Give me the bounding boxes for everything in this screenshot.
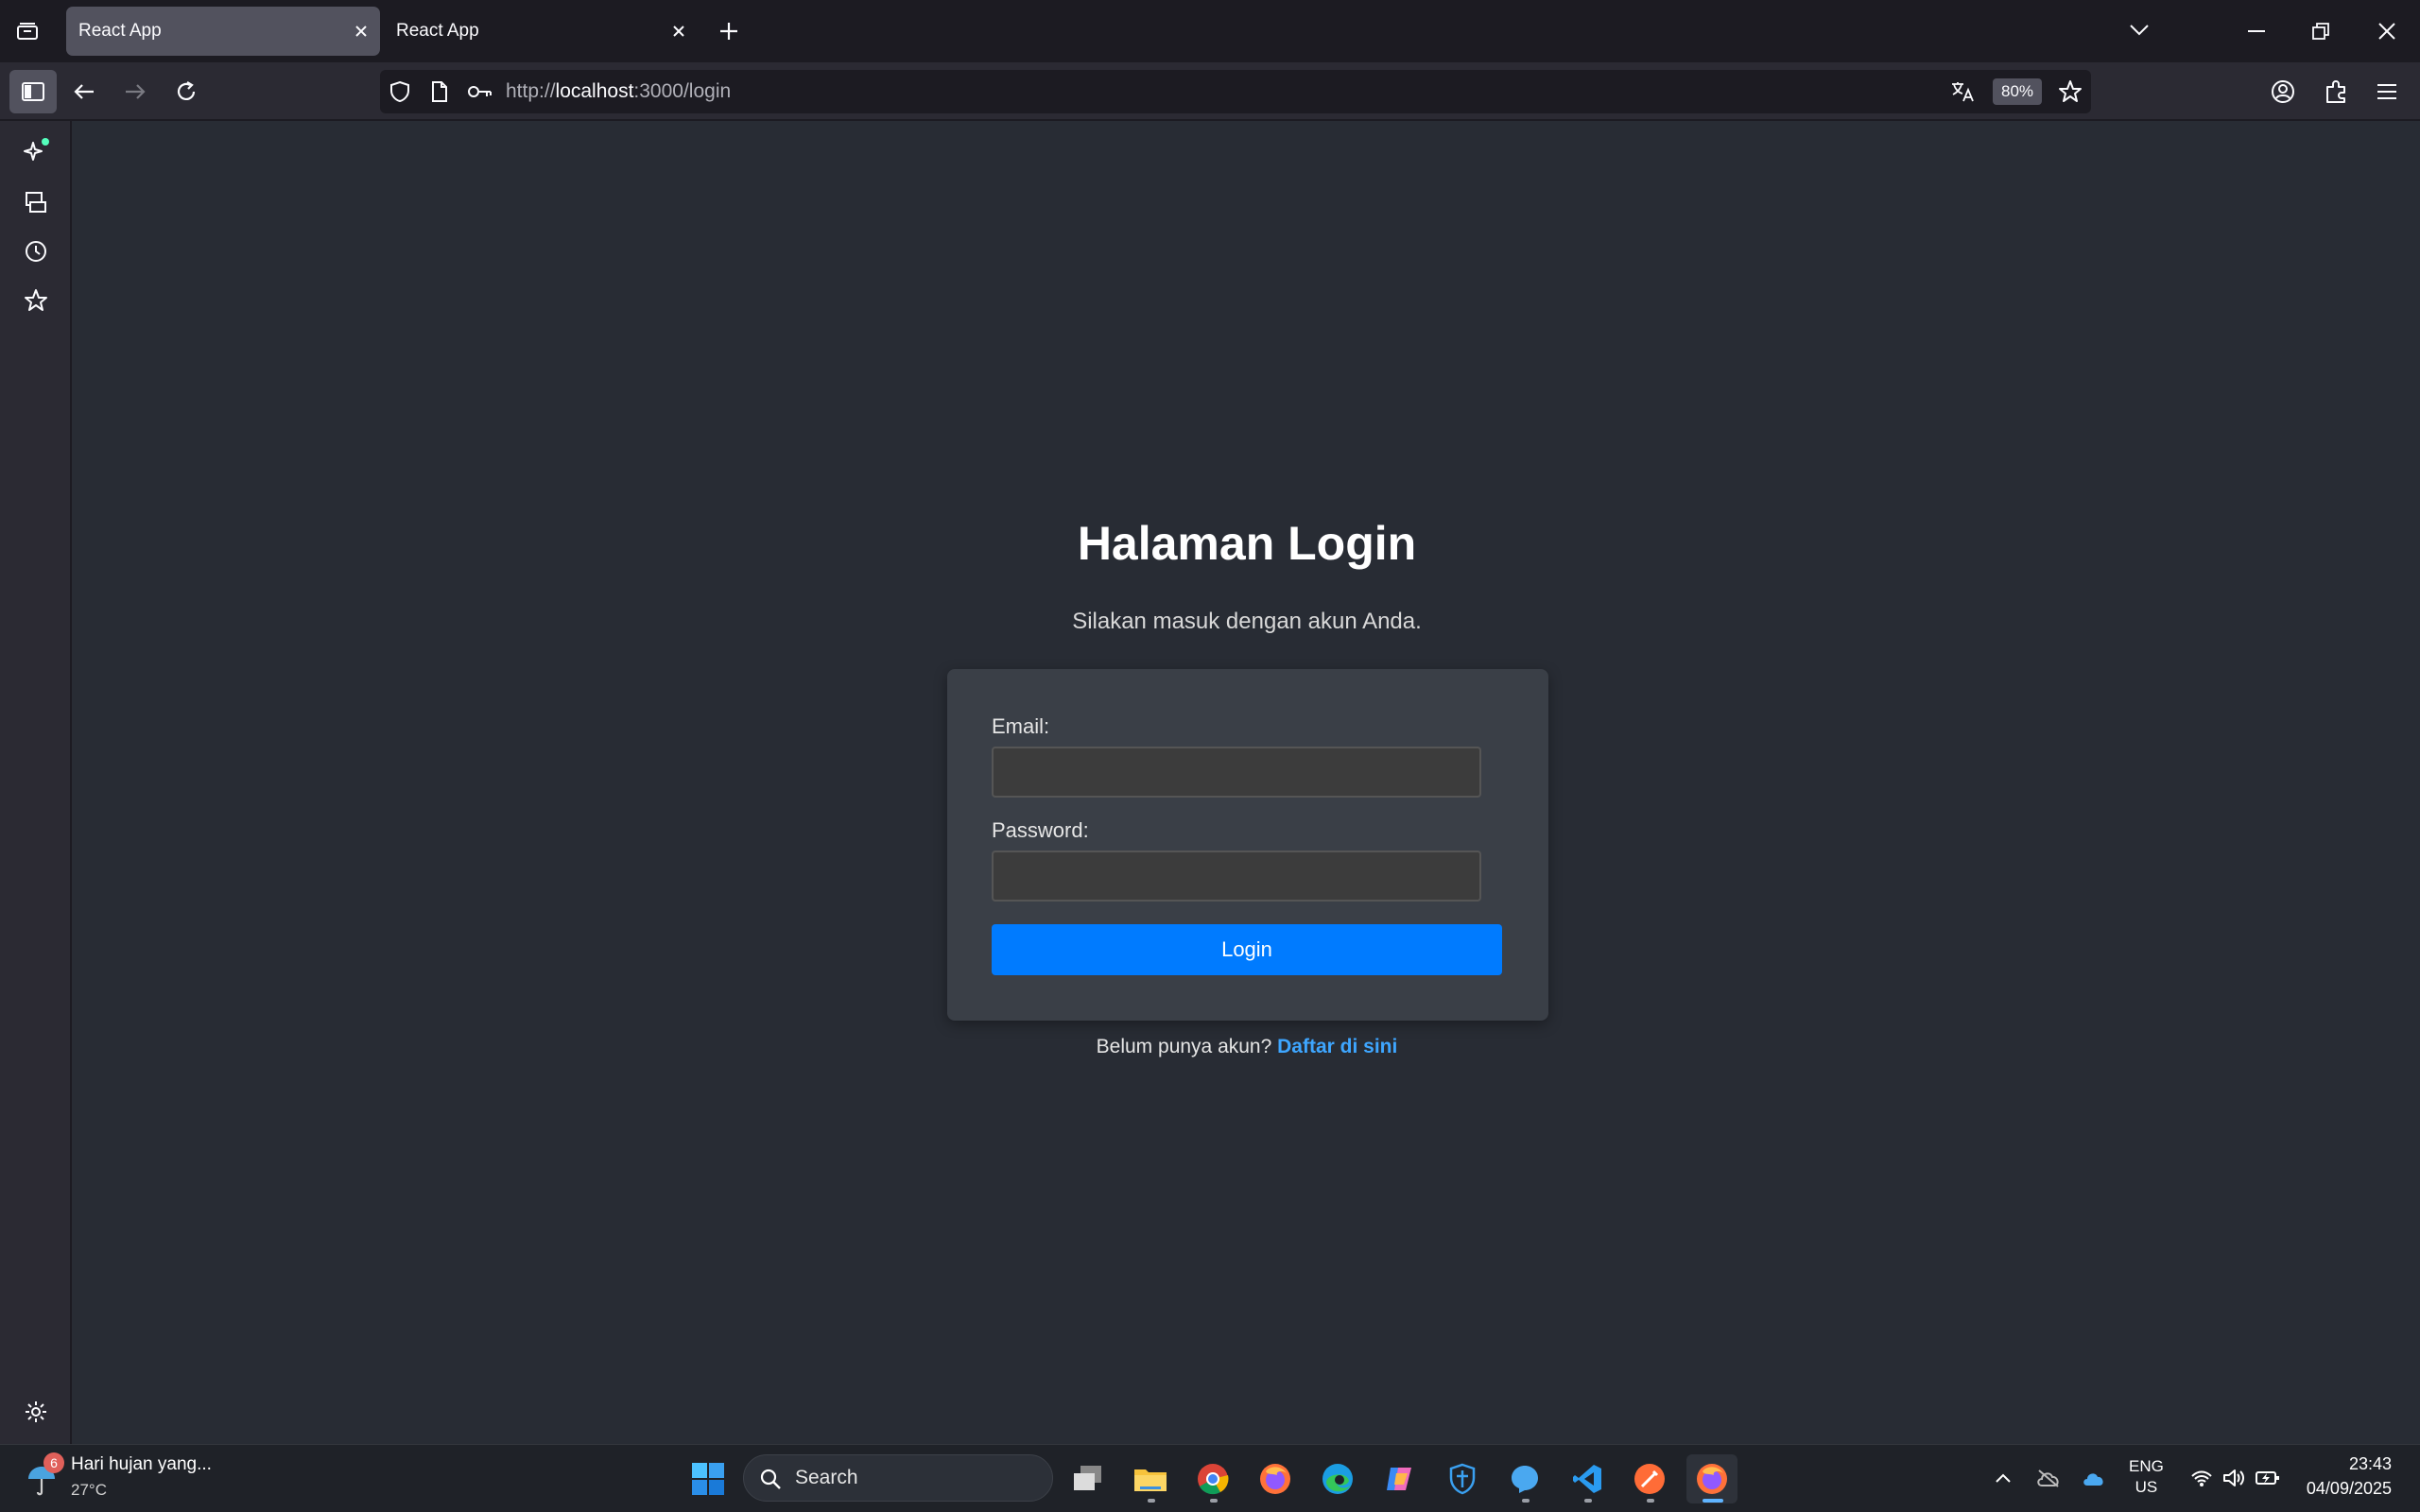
start-button[interactable] [683, 1454, 734, 1503]
url-text[interactable]: http://localhost:3000/login [506, 70, 731, 113]
page-title: Halaman Login [1077, 517, 1417, 570]
close-tab-icon[interactable] [352, 22, 371, 41]
lang-region: US [2135, 1478, 2158, 1496]
menu-icon[interactable] [2373, 77, 2401, 106]
file-explorer-icon[interactable] [1125, 1454, 1176, 1503]
minimize-icon[interactable] [2242, 19, 2271, 43]
new-tab-icon[interactable] [715, 19, 743, 43]
extensions-icon[interactable] [2322, 77, 2350, 106]
close-tab-icon[interactable] [669, 22, 688, 41]
show-hidden-icons-chevron-icon[interactable] [1991, 1466, 2015, 1490]
clock-date[interactable]: 04/09/2025 [2297, 1479, 2392, 1499]
chrome-icon[interactable] [1187, 1454, 1238, 1503]
vscode-icon[interactable] [1562, 1454, 1613, 1503]
wifi-icon[interactable] [2189, 1466, 2214, 1490]
browser-navbar: http://localhost:3000/login 80% [0, 62, 2420, 121]
email-label: Email: [992, 714, 1050, 738]
close-window-icon[interactable] [2373, 19, 2401, 43]
translate-icon[interactable] [1949, 79, 1976, 104]
bookmarks-icon[interactable] [21, 285, 51, 316]
postman-icon[interactable] [1624, 1454, 1675, 1503]
shield-icon[interactable] [388, 79, 412, 104]
back-icon[interactable] [70, 77, 98, 106]
cloud-offline-icon[interactable] [2034, 1466, 2063, 1490]
account-icon[interactable] [2269, 77, 2297, 106]
tab-overflow-chevron-icon[interactable] [2125, 17, 2153, 43]
url-host: localhost [555, 80, 634, 102]
input-language-indicator[interactable]: ENG US [2129, 1456, 2164, 1498]
history-icon[interactable] [21, 236, 51, 266]
running-indicator [1703, 1499, 1723, 1503]
lang-code: ENG [2129, 1457, 2164, 1475]
url-scheme: http:// [506, 80, 556, 102]
page-viewport: Halaman Login Silakan masuk dengan akun … [74, 121, 2420, 1444]
reload-icon[interactable] [172, 77, 200, 106]
sidebar-toggle-icon[interactable] [9, 70, 57, 113]
edge-icon[interactable] [1312, 1454, 1363, 1503]
battery-charging-icon[interactable] [2254, 1466, 2282, 1490]
page-info-icon[interactable] [427, 79, 452, 104]
weather-temperature: 27°C [71, 1481, 107, 1499]
register-prompt: Belum punya akun? Daftar di sini [74, 1036, 2420, 1058]
tab-react-app-1[interactable]: React App [66, 7, 380, 56]
taskbar-search[interactable]: Search [743, 1454, 1053, 1502]
register-link[interactable]: Daftar di sini [1277, 1036, 1397, 1057]
email-field[interactable] [992, 747, 1481, 798]
register-prompt-text: Belum punya akun? [1096, 1036, 1272, 1057]
volume-icon[interactable] [2221, 1466, 2246, 1490]
zoom-level-badge[interactable]: 80% [1993, 78, 2043, 105]
password-field[interactable] [992, 850, 1481, 902]
password-label: Password: [992, 818, 1089, 842]
login-button[interactable]: Login [992, 924, 1502, 975]
login-form: Email: Password: Login [947, 669, 1548, 1021]
bookmark-star-icon[interactable] [2057, 78, 2083, 105]
weather-description[interactable]: Hari hujan yang... [71, 1454, 212, 1475]
firefox-icon[interactable] [1250, 1454, 1301, 1503]
onedrive-cloud-icon[interactable] [2080, 1466, 2108, 1490]
tab-title: React App [396, 21, 479, 41]
restore-icon[interactable] [2307, 19, 2335, 43]
security-app-icon[interactable] [1437, 1454, 1488, 1503]
browser-sidebar [0, 121, 72, 1444]
tab-list-icon[interactable] [13, 19, 42, 43]
running-indicator [1210, 1499, 1218, 1503]
tab-title: React App [78, 21, 162, 41]
notification-badge: 6 [43, 1452, 64, 1473]
running-indicator [1522, 1499, 1530, 1503]
clock-time[interactable]: 23:43 [2307, 1454, 2392, 1474]
running-indicator [1584, 1499, 1592, 1503]
search-icon [760, 1469, 781, 1489]
search-label: Search [795, 1467, 858, 1488]
ai-chatbot-icon[interactable] [21, 136, 51, 166]
firefox-active-icon[interactable] [1686, 1454, 1737, 1503]
copilot-icon[interactable] [1374, 1454, 1426, 1503]
key-icon[interactable] [467, 79, 493, 104]
url-bar[interactable]: http://localhost:3000/login 80% [380, 70, 2091, 113]
customize-sidebar-gear-icon[interactable] [21, 1397, 51, 1427]
running-indicator [1647, 1499, 1654, 1503]
forward-icon [121, 77, 149, 106]
tab-react-app-2[interactable]: React App [384, 7, 698, 56]
messenger-app-icon[interactable] [1499, 1454, 1550, 1503]
task-view-icon[interactable] [1063, 1454, 1114, 1503]
running-indicator [1148, 1499, 1155, 1503]
browser-tabbar: React App React App [0, 0, 2420, 62]
windows-logo-icon [692, 1463, 724, 1495]
synced-tabs-icon[interactable] [21, 187, 51, 217]
taskbar: 6 Hari hujan yang... 27°C Search ENG US … [0, 1444, 2420, 1512]
page-subtitle: Silakan masuk dengan akun Anda. [1072, 609, 1422, 634]
url-path: :3000/login [633, 80, 732, 102]
